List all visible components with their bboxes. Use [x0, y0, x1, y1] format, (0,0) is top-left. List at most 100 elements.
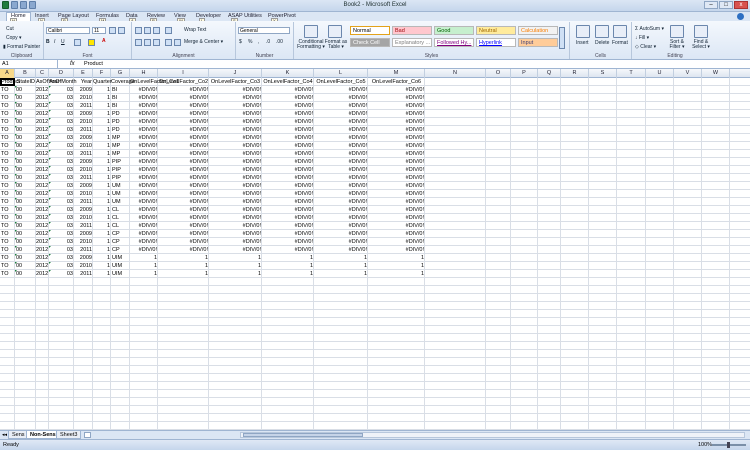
conditional-formatting-button[interactable]: Conditional Formatting ▾ [296, 40, 326, 50]
column-header-j[interactable]: J [209, 69, 262, 78]
data-cell[interactable]: 1 [158, 262, 209, 270]
data-cell[interactable]: 03 [49, 198, 74, 206]
data-cell[interactable]: 2010 [74, 238, 93, 246]
data-cell[interactable]: TO [0, 206, 15, 214]
increase-indent-icon[interactable] [174, 39, 181, 46]
data-cell[interactable]: #DIV/0! [262, 150, 314, 158]
data-cell[interactable]: #DIV/0! [314, 198, 368, 206]
data-cell[interactable]: 1 [209, 262, 262, 270]
data-cell[interactable]: #DIV/0! [158, 174, 209, 182]
data-cell[interactable]: #DIV/0! [262, 166, 314, 174]
data-cell[interactable]: TO [0, 222, 15, 230]
data-cell[interactable]: 1 [93, 254, 111, 262]
data-cell[interactable]: TO [0, 158, 15, 166]
merge-center-button[interactable]: Merge & Center ▾ [184, 39, 223, 45]
data-cell[interactable]: BI [111, 94, 130, 102]
data-cell[interactable]: #DIV/0! [209, 126, 262, 134]
data-cell[interactable]: 1 [158, 270, 209, 278]
data-cell[interactable]: #DIV/0! [209, 246, 262, 254]
data-cell[interactable]: 1 [93, 118, 111, 126]
data-cell[interactable]: #DIV/0! [314, 206, 368, 214]
data-cell[interactable]: #DIV/0! [368, 214, 425, 222]
horizontal-scrollbar[interactable] [240, 432, 745, 438]
data-cell[interactable]: 1 [262, 270, 314, 278]
column-header-b[interactable]: B [15, 69, 36, 78]
data-cell[interactable]: 2011 [74, 198, 93, 206]
data-cell[interactable]: #DIV/0! [368, 190, 425, 198]
data-cell[interactable]: 03 [49, 94, 74, 102]
comma-button[interactable]: , [258, 39, 259, 45]
data-cell[interactable]: 2011 [74, 246, 93, 254]
data-cell[interactable]: #DIV/0! [314, 246, 368, 254]
data-cell[interactable]: MP [111, 142, 130, 150]
close-button[interactable]: x [734, 1, 748, 9]
data-cell[interactable]: #DIV/0! [130, 230, 158, 238]
column-title-cell[interactable]: OnLevelFactor_Co4 [262, 78, 314, 86]
column-header-l[interactable]: L [314, 69, 368, 78]
delete-cells-button[interactable]: Delete [595, 40, 609, 46]
data-cell[interactable]: PIP [111, 174, 130, 182]
data-cell[interactable]: UM [111, 190, 130, 198]
data-cell[interactable]: PD [111, 110, 130, 118]
data-cell[interactable]: 2012 [36, 270, 49, 278]
data-cell[interactable]: 00 [15, 134, 36, 142]
data-cell[interactable]: #DIV/0! [314, 126, 368, 134]
data-cell[interactable]: 1 [93, 230, 111, 238]
data-cell[interactable]: 2009 [74, 254, 93, 262]
data-cell[interactable]: #DIV/0! [314, 94, 368, 102]
data-cell[interactable]: 00 [15, 198, 36, 206]
data-cell[interactable]: 1 [93, 206, 111, 214]
column-header-p[interactable]: P [511, 69, 538, 78]
format-as-table-icon[interactable] [328, 25, 342, 38]
data-cell[interactable]: 1 [93, 94, 111, 102]
data-cell[interactable]: #DIV/0! [368, 182, 425, 190]
copy-button[interactable]: Copy ▾ [6, 35, 22, 41]
data-cell[interactable]: #DIV/0! [368, 222, 425, 230]
zoom-slider-knob[interactable] [727, 442, 730, 448]
data-cell[interactable]: #DIV/0! [130, 158, 158, 166]
data-cell[interactable]: #DIV/0! [158, 142, 209, 150]
data-cell[interactable]: #DIV/0! [262, 222, 314, 230]
data-cell[interactable]: 00 [15, 254, 36, 262]
tab-data[interactable]: DataA [126, 13, 138, 24]
data-cell[interactable]: PD [111, 126, 130, 134]
data-cell[interactable]: 1 [93, 190, 111, 198]
data-cell[interactable]: #DIV/0! [209, 142, 262, 150]
data-cell[interactable]: 2012 [36, 134, 49, 142]
data-cell[interactable]: #DIV/0! [130, 134, 158, 142]
data-cell[interactable]: #DIV/0! [130, 118, 158, 126]
data-cell[interactable]: #DIV/0! [368, 134, 425, 142]
maximize-button[interactable]: □ [719, 1, 733, 9]
data-cell[interactable]: 00 [15, 94, 36, 102]
data-cell[interactable]: 2012 [36, 174, 49, 182]
data-cell[interactable]: #DIV/0! [368, 198, 425, 206]
data-cell[interactable]: 03 [49, 182, 74, 190]
cell-style-calculation[interactable]: Calculation [518, 26, 558, 35]
data-cell[interactable]: 2012 [36, 118, 49, 126]
align-middle-icon[interactable] [144, 27, 151, 34]
format-cells-button[interactable]: Format [612, 40, 628, 46]
tab-developer[interactable]: DeveloperL [196, 13, 221, 24]
data-cell[interactable]: TO [0, 126, 15, 134]
data-cell[interactable]: 1 [93, 126, 111, 134]
data-cell[interactable]: #DIV/0! [262, 110, 314, 118]
cell-style-hyperlink[interactable]: Hyperlink [476, 38, 516, 47]
data-cell[interactable]: 03 [49, 246, 74, 254]
data-cell[interactable]: 1 [314, 270, 368, 278]
data-cell[interactable]: #DIV/0! [158, 238, 209, 246]
data-cell[interactable]: 00 [15, 118, 36, 126]
column-title-cell[interactable]: Quarter [93, 78, 112, 86]
data-cell[interactable]: #DIV/0! [130, 126, 158, 134]
data-cell[interactable]: 2012 [36, 214, 49, 222]
data-cell[interactable]: #DIV/0! [130, 142, 158, 150]
data-cell[interactable]: 03 [49, 118, 74, 126]
data-cell[interactable]: #DIV/0! [262, 214, 314, 222]
data-cell[interactable]: #DIV/0! [314, 118, 368, 126]
data-cell[interactable]: #DIV/0! [158, 150, 209, 158]
column-header-c[interactable]: C [36, 69, 49, 78]
italic-button[interactable]: I [54, 39, 55, 45]
data-cell[interactable]: #DIV/0! [262, 102, 314, 110]
data-cell[interactable]: #DIV/0! [158, 206, 209, 214]
data-cell[interactable]: 2012 [36, 238, 49, 246]
data-cell[interactable]: #DIV/0! [368, 94, 425, 102]
